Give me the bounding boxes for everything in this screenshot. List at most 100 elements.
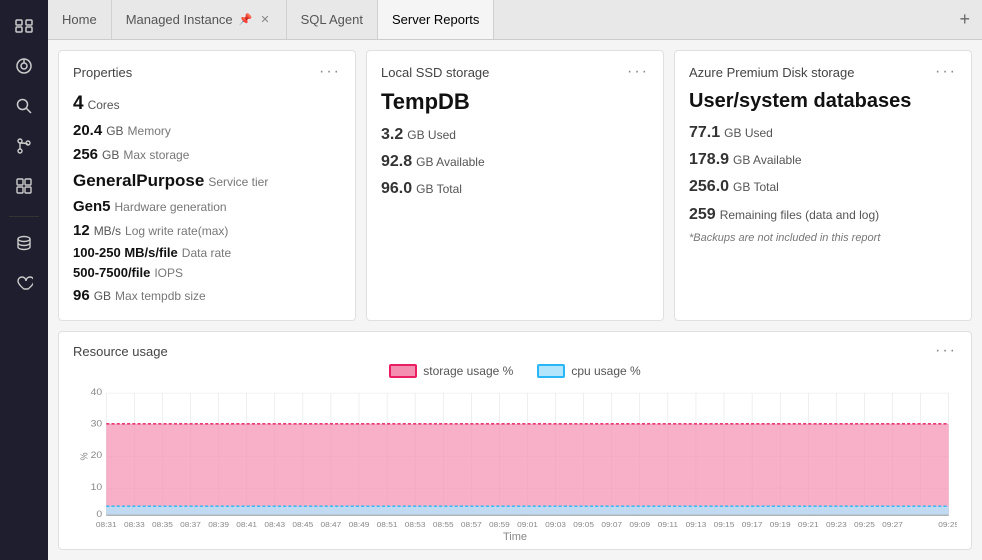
svg-text:09:19: 09:19 <box>770 521 791 529</box>
storage-label: Max storage <box>123 146 189 165</box>
tab-managed-instance-close[interactable]: ✕ <box>258 11 271 28</box>
svg-text:08:41: 08:41 <box>236 521 257 529</box>
svg-text:08:37: 08:37 <box>180 521 201 529</box>
cores-value: 4 <box>73 89 84 119</box>
ssd-card-menu[interactable]: ··· <box>627 63 649 81</box>
ssd-total-value: 96.0 <box>381 175 412 202</box>
svg-text:08:51: 08:51 <box>377 521 398 529</box>
chart-area: 40 30 20 10 0 % <box>73 384 957 529</box>
ssd-available: 92.8 GB Available <box>381 148 649 175</box>
sidebar-icon-dashboard[interactable] <box>6 48 42 84</box>
sidebar <box>0 0 48 560</box>
prop-row-datarate: 100-250 MB/s/file Data rate <box>73 243 341 264</box>
azure-card: Azure Premium Disk storage ··· User/syst… <box>674 50 972 321</box>
chart-title: Resource usage <box>73 344 168 359</box>
prop-row-cores: 4 Cores <box>73 89 341 119</box>
memory-unit: GB <box>106 122 123 141</box>
sidebar-icon-database[interactable] <box>6 225 42 261</box>
tab-bar: Home Managed Instance 📌 ✕ SQL Agent Serv… <box>48 0 982 40</box>
cards-row: Properties ··· 4 Cores 20.4 GB Memory 25… <box>58 50 972 321</box>
tab-server-reports[interactable]: Server Reports <box>378 0 494 39</box>
x-axis-label: Time <box>73 531 957 543</box>
svg-text:09:27: 09:27 <box>882 521 903 529</box>
svg-text:09:17: 09:17 <box>742 521 763 529</box>
properties-card-menu[interactable]: ··· <box>319 63 341 81</box>
sidebar-icon-extensions[interactable] <box>6 168 42 204</box>
logwrite-value: 12 <box>73 219 90 243</box>
content-area: Properties ··· 4 Cores 20.4 GB Memory 25… <box>48 40 982 560</box>
prop-row-storage: 256 GB Max storage <box>73 143 341 167</box>
datarate-label: Data rate <box>182 244 231 263</box>
memory-value: 20.4 <box>73 119 102 143</box>
tab-home[interactable]: Home <box>48 0 112 39</box>
sidebar-icon-health[interactable] <box>6 265 42 301</box>
svg-text:08:33: 08:33 <box>124 521 145 529</box>
azure-available: 178.9 GB Available <box>689 146 957 173</box>
svg-text:20: 20 <box>91 451 103 461</box>
tab-server-reports-label: Server Reports <box>392 12 479 27</box>
memory-label: Memory <box>128 122 171 141</box>
prop-row-memory: 20.4 GB Memory <box>73 119 341 143</box>
azure-remaining: 259 Remaining files (data and log) <box>689 201 957 228</box>
legend-storage-label: storage usage % <box>423 364 513 378</box>
svg-text:08:31: 08:31 <box>96 521 117 529</box>
logwrite-unit: MB/s <box>94 222 121 241</box>
tier-label: Service tier <box>208 173 268 192</box>
ssd-used: 3.2 GB Used <box>381 121 649 148</box>
ssd-db-name: TempDB <box>381 89 649 115</box>
properties-card-title: Properties <box>73 65 132 80</box>
storage-unit: GB <box>102 146 119 165</box>
svg-text:0: 0 <box>96 510 102 520</box>
svg-text:08:55: 08:55 <box>433 521 454 529</box>
prop-row-tier: GeneralPurpose Service tier <box>73 167 341 194</box>
resource-usage-card: Resource usage ··· storage usage % cpu u… <box>58 331 972 550</box>
svg-text:09:05: 09:05 <box>573 521 594 529</box>
svg-text:09:25: 09:25 <box>854 521 875 529</box>
properties-card-header: Properties ··· <box>73 63 341 81</box>
gen-value: Gen5 <box>73 195 111 219</box>
azure-used: 77.1 GB Used <box>689 119 957 146</box>
tab-managed-instance[interactable]: Managed Instance 📌 ✕ <box>112 0 287 39</box>
tempdb-unit: GB <box>94 287 111 306</box>
azure-card-title: Azure Premium Disk storage <box>689 65 854 80</box>
logwrite-label: Log write rate(max) <box>125 222 228 241</box>
legend-cpu-label: cpu usage % <box>571 364 640 378</box>
svg-text:09:23: 09:23 <box>826 521 847 529</box>
iops-label: IOPS <box>154 264 183 283</box>
chart-legend: storage usage % cpu usage % <box>73 364 957 378</box>
ssd-available-value: 92.8 <box>381 148 412 175</box>
gen-label: Hardware generation <box>115 198 227 217</box>
svg-text:30: 30 <box>91 419 103 429</box>
sidebar-icon-search[interactable] <box>6 88 42 124</box>
svg-text:09:13: 09:13 <box>686 521 707 529</box>
tab-managed-instance-label: Managed Instance <box>126 12 233 27</box>
svg-text:08:45: 08:45 <box>292 521 313 529</box>
legend-cpu-box <box>537 364 565 378</box>
tab-add-button[interactable]: + <box>947 0 982 39</box>
svg-text:08:57: 08:57 <box>461 521 482 529</box>
sidebar-icon-git[interactable] <box>6 128 42 164</box>
chart-menu[interactable]: ··· <box>935 342 957 360</box>
svg-text:%: % <box>79 452 91 460</box>
azure-card-menu[interactable]: ··· <box>935 63 957 81</box>
tab-sql-agent[interactable]: SQL Agent <box>287 0 378 39</box>
storage-value: 256 <box>73 143 98 167</box>
tier-value: GeneralPurpose <box>73 167 204 194</box>
legend-cpu: cpu usage % <box>537 364 640 378</box>
tempdb-value: 96 <box>73 284 90 308</box>
svg-text:08:49: 08:49 <box>349 521 370 529</box>
azure-used-value: 77.1 <box>689 119 720 146</box>
svg-text:08:59: 08:59 <box>489 521 510 529</box>
sidebar-icon-connections[interactable] <box>6 8 42 44</box>
svg-text:09:11: 09:11 <box>658 521 678 529</box>
svg-text:10: 10 <box>91 483 103 493</box>
chart-svg: 40 30 20 10 0 % <box>73 384 957 529</box>
svg-text:40: 40 <box>91 388 103 398</box>
legend-storage-box <box>389 364 417 378</box>
tab-sql-agent-label: SQL Agent <box>301 12 363 27</box>
svg-text:09:01: 09:01 <box>517 521 538 529</box>
tab-home-label: Home <box>62 12 97 27</box>
pin-icon: 📌 <box>239 13 253 26</box>
svg-text:09:15: 09:15 <box>714 521 735 529</box>
prop-row-gen: Gen5 Hardware generation <box>73 195 341 219</box>
